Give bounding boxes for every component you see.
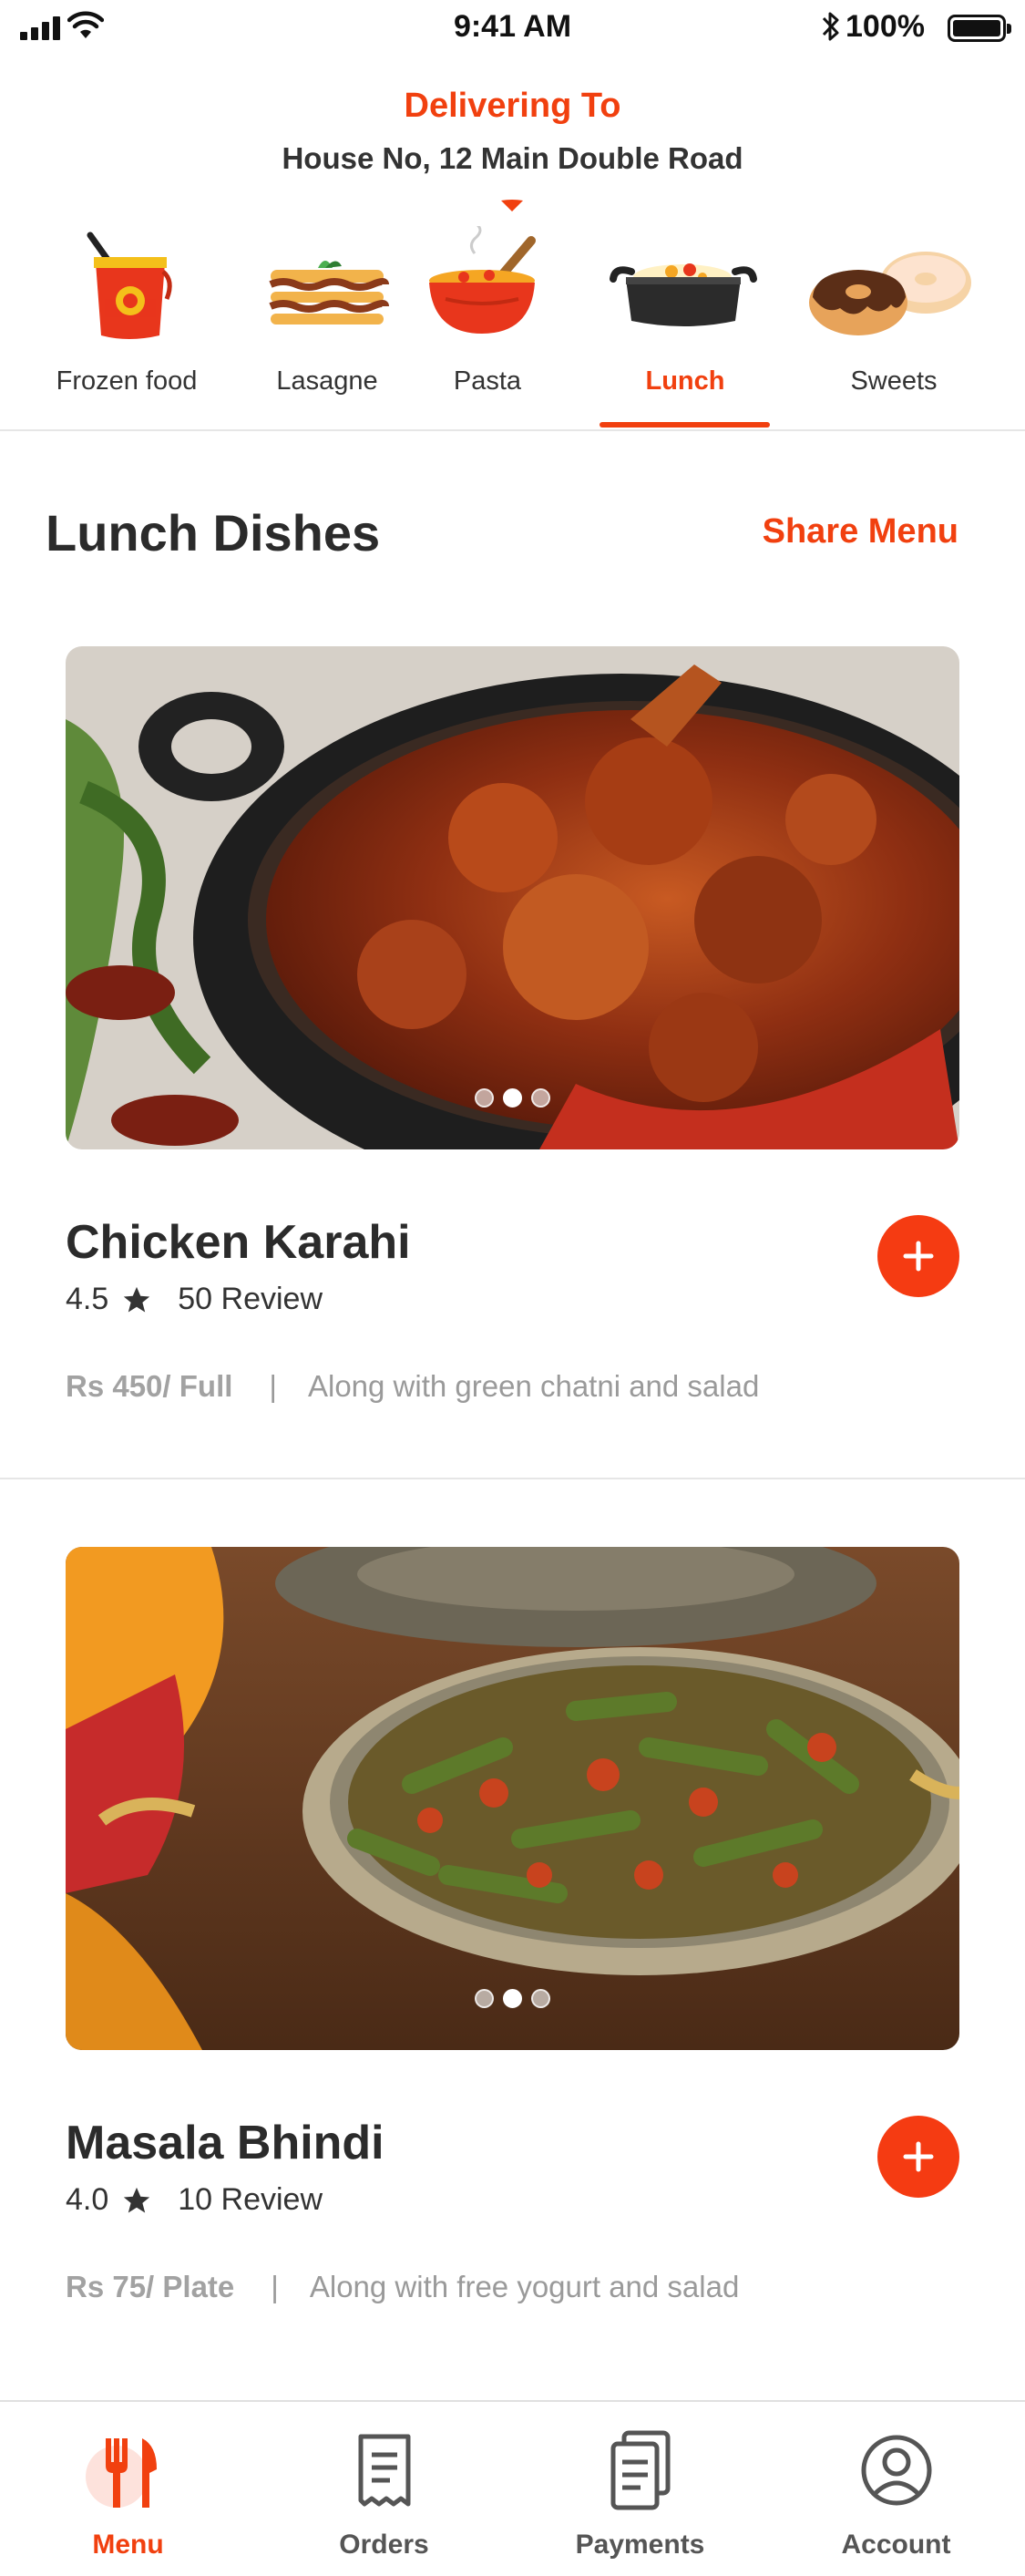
- pasta-icon: [401, 226, 574, 345]
- carousel-dot-active[interactable]: [503, 1989, 522, 2008]
- dish-price: Rs 75/ Plate: [66, 2270, 235, 2303]
- account-icon: [768, 2429, 1024, 2511]
- carousel-dot[interactable]: [531, 1088, 550, 1108]
- bluetooth-icon: [822, 12, 839, 41]
- plus-icon: [903, 1241, 934, 1272]
- lasagne-icon: [241, 226, 414, 345]
- review-count[interactable]: 50 Review: [178, 1282, 323, 1317]
- battery-icon: [948, 15, 1011, 42]
- frozen-food-icon: [40, 226, 213, 345]
- donut-icon: [807, 226, 980, 345]
- category-label: Lunch: [645, 366, 725, 396]
- dish-name: Chicken Karahi: [66, 1216, 411, 1269]
- status-bar: 9:41 AM 100%: [0, 0, 1025, 58]
- dish-note: Along with free yogurt and salad: [309, 2270, 740, 2303]
- carousel-dot[interactable]: [475, 1989, 494, 2008]
- category-pasta[interactable]: Pasta: [401, 219, 574, 430]
- carousel-dot[interactable]: [531, 1989, 550, 2008]
- dish-rating: 4.5 50 Review: [66, 1282, 323, 1317]
- nav-label: Orders: [339, 2530, 429, 2560]
- category-frozen-food[interactable]: Frozen food: [40, 219, 213, 430]
- masala-bhindi-photo[interactable]: [66, 1547, 959, 2050]
- star-icon: [124, 1286, 150, 1312]
- nav-label: Payments: [575, 2530, 705, 2560]
- delivery-address[interactable]: House No, 12 Main Double Road: [0, 141, 1025, 176]
- chicken-karahi-photo[interactable]: [66, 646, 959, 1149]
- category-bar: Frozen food Lasagne Pasta Lunch Sweets: [0, 219, 1025, 430]
- dish-meta: Rs 450/ Full | Along with green chatni a…: [66, 1369, 759, 1404]
- dish-rating: 4.0 10 Review: [66, 2182, 323, 2218]
- bottom-navigation: Menu Orders Payments Account: [0, 2400, 1025, 2576]
- carousel-dot[interactable]: [475, 1088, 494, 1108]
- category-lunch[interactable]: Lunch: [599, 219, 772, 430]
- active-category-underline: [600, 422, 770, 428]
- separator: |: [271, 2270, 279, 2303]
- carousel-dots[interactable]: [66, 1088, 959, 1108]
- category-label: Pasta: [453, 366, 522, 396]
- nav-menu[interactable]: Menu: [0, 2402, 256, 2576]
- carousel-dot-active[interactable]: [503, 1088, 522, 1108]
- category-label: Sweets: [850, 366, 938, 396]
- dish-name: Masala Bhindi: [66, 2117, 384, 2169]
- receipt-icon: [256, 2429, 512, 2511]
- carousel-dots[interactable]: [66, 1989, 959, 2008]
- add-to-cart-button[interactable]: [877, 2116, 959, 2198]
- rating-value: 4.0: [66, 2182, 109, 2217]
- fork-knife-icon: [0, 2429, 256, 2511]
- share-menu-link[interactable]: Share Menu: [763, 512, 958, 551]
- active-category-marker-icon: [501, 200, 523, 211]
- rating-value: 4.5: [66, 1282, 109, 1316]
- divider: [0, 1478, 1025, 1479]
- category-lasagne[interactable]: Lasagne: [241, 219, 414, 430]
- separator: |: [269, 1369, 277, 1403]
- category-label: Lasagne: [276, 366, 378, 396]
- lunch-pan-icon: [599, 226, 772, 345]
- add-to-cart-button[interactable]: [877, 1215, 959, 1297]
- nav-payments[interactable]: Payments: [512, 2402, 768, 2576]
- dish-price: Rs 450/ Full: [66, 1369, 233, 1403]
- category-sweets[interactable]: Sweets: [807, 219, 980, 430]
- payments-icon: [512, 2429, 768, 2511]
- category-label: Frozen food: [56, 366, 198, 396]
- dish-meta: Rs 75/ Plate | Along with free yogurt an…: [66, 2270, 739, 2304]
- section-title: Lunch Dishes: [46, 504, 381, 562]
- nav-orders[interactable]: Orders: [256, 2402, 512, 2576]
- dish-note: Along with green chatni and salad: [307, 1369, 760, 1403]
- review-count[interactable]: 10 Review: [178, 2182, 323, 2218]
- plus-icon: [903, 2141, 934, 2172]
- star-icon: [124, 2187, 150, 2212]
- nav-account[interactable]: Account: [768, 2402, 1024, 2576]
- nav-label: Account: [841, 2530, 951, 2560]
- battery-percent: 100%: [846, 9, 925, 44]
- delivering-label: Delivering To: [404, 87, 621, 125]
- nav-label: Menu: [92, 2530, 164, 2560]
- divider: [0, 429, 1025, 431]
